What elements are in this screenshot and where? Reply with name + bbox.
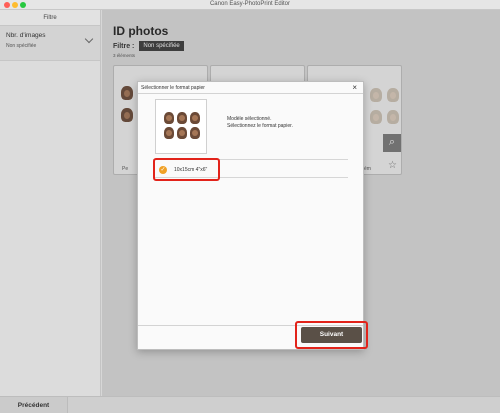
model-text-line2: Sélectionnez le format papier.	[227, 122, 293, 129]
sidebar-header: Filtre	[0, 10, 100, 26]
thumbnail-photos	[164, 112, 200, 139]
next-button-highlight: Suivant	[295, 321, 368, 349]
model-description: Modèle sélectionné. Sélectionnez le form…	[227, 116, 293, 129]
window-title: Canon Easy-PhotoPrint Editor	[209, 1, 291, 7]
filter-value: Non spécifiée	[6, 43, 37, 49]
close-icon[interactable]: ×	[352, 83, 357, 92]
portrait-image	[190, 127, 200, 139]
bottom-bar: Précédent	[0, 396, 500, 413]
divider	[138, 93, 363, 94]
portrait-image	[190, 112, 200, 124]
dialog-title: Sélectionner le format papier	[141, 85, 205, 91]
option-highlight-box	[153, 158, 220, 181]
portrait-image	[164, 127, 174, 139]
portrait-image	[177, 112, 187, 124]
title-bar: Canon Easy-PhotoPrint Editor	[0, 0, 500, 10]
portrait-image	[177, 127, 187, 139]
image-count-filter[interactable]: Nbr. d'images Non spécifiée	[0, 26, 100, 61]
portrait-image	[164, 112, 174, 124]
back-button[interactable]: Précédent	[0, 397, 68, 413]
sidebar: Filtre Nbr. d'images Non spécifiée	[0, 10, 101, 396]
filter-title: Nbr. d'images	[6, 32, 46, 39]
paper-size-dialog: Sélectionner le format papier × Modèle s…	[137, 81, 368, 350]
next-button[interactable]: Suivant	[301, 327, 362, 343]
template-thumbnail	[155, 99, 207, 154]
